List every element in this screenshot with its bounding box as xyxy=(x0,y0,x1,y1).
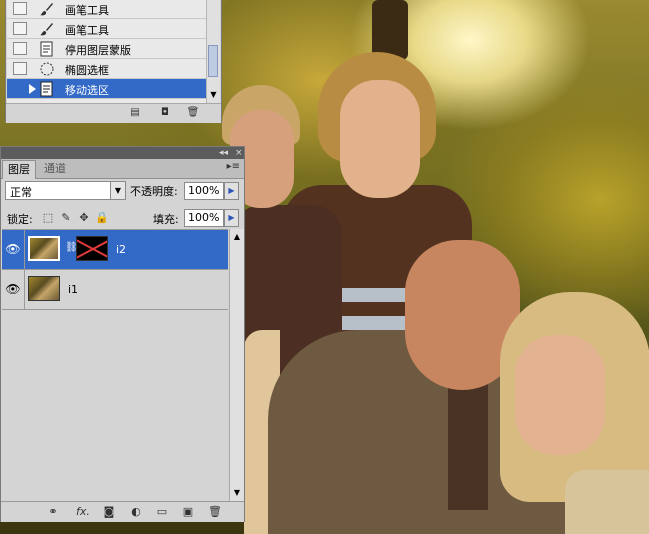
move-selection-icon xyxy=(40,81,53,97)
snapshot-source-checkbox[interactable] xyxy=(13,42,27,55)
layer-thumbnail[interactable] xyxy=(28,276,60,301)
history-scrollbar[interactable]: ▼ xyxy=(206,0,220,103)
blend-opacity-row: 正常 ▼ 不透明度: 100% ▶ xyxy=(1,179,244,203)
new-group-icon[interactable]: ▭ xyxy=(154,505,170,519)
lock-transparent-pixels-icon[interactable]: ⬚ xyxy=(41,211,55,225)
layer-list: 👁 ⛓ i2 👁 i1 xyxy=(2,229,228,502)
panel-menu-icon[interactable]: ▸≡ xyxy=(227,161,240,172)
shirt-stripe xyxy=(332,288,410,302)
history-item-label: 画笔工具 xyxy=(65,4,109,17)
history-item-label: 画笔工具 xyxy=(65,24,109,37)
scroll-down-arrow-icon[interactable]: ▼ xyxy=(230,487,244,499)
lock-image-pixels-icon[interactable]: ✎ xyxy=(59,211,73,225)
man-shirt xyxy=(448,380,488,510)
lock-label: 锁定: xyxy=(7,213,33,226)
opacity-input[interactable]: 100% xyxy=(184,182,224,200)
visibility-toggle[interactable]: 👁 xyxy=(2,270,25,309)
history-item[interactable]: 停用图层蒙版 xyxy=(7,39,209,59)
brush-icon xyxy=(40,3,53,16)
tree-trunk xyxy=(372,0,408,60)
layer-mask-icon xyxy=(40,41,53,57)
elliptical-marquee-icon xyxy=(40,62,54,76)
history-list: 画笔工具 画笔工具 停用图层蒙版 椭圆选框 移动选区 xyxy=(7,0,209,103)
layer-name[interactable]: i1 xyxy=(68,283,78,296)
opacity-label: 不透明度: xyxy=(130,185,178,198)
snapshot-source-checkbox[interactable] xyxy=(13,22,27,35)
add-mask-icon[interactable]: ◙ xyxy=(101,505,117,519)
collapse-panel-icon[interactable]: ◂◂ xyxy=(219,147,228,159)
history-item-selected[interactable]: 移动选区 xyxy=(7,79,209,99)
fill-input[interactable]: 100% xyxy=(184,209,224,227)
history-item[interactable]: 椭圆选框 xyxy=(7,59,209,79)
current-state-marker-icon xyxy=(29,84,36,94)
blend-mode-select[interactable]: 正常 ▼ xyxy=(5,181,126,200)
new-document-from-state-icon[interactable]: ▤ xyxy=(128,107,142,119)
scroll-up-arrow-icon[interactable]: ▲ xyxy=(230,231,244,243)
fill-slider-arrow-icon[interactable]: ▶ xyxy=(224,209,239,227)
history-item[interactable]: 画笔工具 xyxy=(7,19,209,39)
adjustment-layer-icon[interactable]: ◐ xyxy=(128,505,144,519)
tab-layers[interactable]: 图层 xyxy=(2,160,36,179)
layer-row[interactable]: 👁 i1 xyxy=(2,270,228,310)
layers-footer: ⚭ fx. ◙ ◐ ▭ ▣ 🗑 xyxy=(1,501,244,522)
fx-icon[interactable]: fx. xyxy=(73,505,93,519)
eye-icon[interactable]: 👁 xyxy=(5,282,21,296)
scroll-thumb[interactable] xyxy=(208,45,218,77)
snapshot-source-checkbox[interactable] xyxy=(13,62,27,75)
delete-state-icon[interactable]: 🗑 xyxy=(186,107,200,119)
history-footer: ▤ ◘ 🗑 xyxy=(6,103,221,123)
girl-shirt xyxy=(565,470,649,534)
close-panel-icon[interactable]: × xyxy=(235,147,243,159)
layers-scrollbar[interactable]: ▲ ▼ xyxy=(229,229,244,501)
fill-label: 填充: xyxy=(153,213,179,226)
history-item-label: 停用图层蒙版 xyxy=(65,44,131,57)
chevron-down-icon[interactable]: ▼ xyxy=(110,182,125,199)
lock-position-icon[interactable]: ✥ xyxy=(77,211,91,225)
visibility-toggle[interactable]: 👁 xyxy=(2,230,25,269)
tab-channels[interactable]: 通道 xyxy=(39,160,71,178)
layer-name[interactable]: i2 xyxy=(116,243,126,256)
shirt-stripe xyxy=(332,316,410,330)
delete-layer-icon[interactable]: 🗑 xyxy=(207,505,223,519)
panel-tabs: 图层 通道 ▸≡ xyxy=(1,159,244,179)
layers-panel: ◂◂ × 图层 通道 ▸≡ 正常 ▼ 不透明度: 100% ▶ 锁定: ⬚ ✎ … xyxy=(0,146,245,522)
brush-icon xyxy=(40,23,53,36)
link-layers-icon[interactable]: ⚭ xyxy=(45,505,61,519)
eye-icon[interactable]: 👁 xyxy=(5,242,21,256)
panel-titlebar[interactable]: ◂◂ × xyxy=(1,147,244,159)
new-snapshot-icon[interactable]: ◘ xyxy=(158,107,172,119)
history-item-label: 椭圆选框 xyxy=(65,64,109,77)
snapshot-source-checkbox[interactable] xyxy=(13,2,27,15)
girl-face xyxy=(515,335,605,455)
boy-face xyxy=(340,80,420,198)
layer-mask-thumbnail[interactable] xyxy=(76,236,108,261)
layer-row-selected[interactable]: 👁 ⛓ i2 xyxy=(2,230,228,270)
blend-mode-value: 正常 xyxy=(10,186,32,199)
layer-thumbnail[interactable] xyxy=(28,236,60,261)
history-panel: 画笔工具 画笔工具 停用图层蒙版 椭圆选框 移动选区 ▼ ▤ ◘ 🗑 xyxy=(5,0,222,123)
lock-all-icon[interactable]: 🔒 xyxy=(95,211,109,225)
snapshot-source-checkbox[interactable] xyxy=(13,82,27,95)
opacity-slider-arrow-icon[interactable]: ▶ xyxy=(224,182,239,200)
history-item[interactable]: 画笔工具 xyxy=(7,0,209,19)
history-item-label: 移动选区 xyxy=(65,84,109,97)
new-layer-icon[interactable]: ▣ xyxy=(180,505,196,519)
scroll-down-arrow-icon[interactable]: ▼ xyxy=(207,89,220,101)
